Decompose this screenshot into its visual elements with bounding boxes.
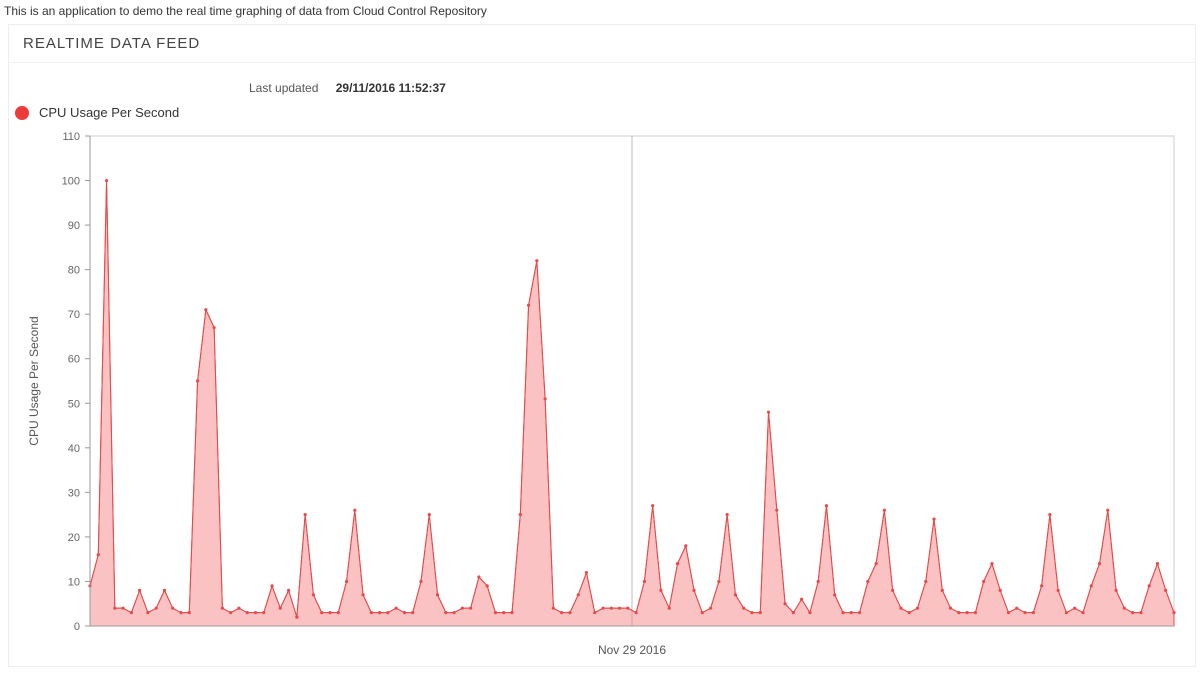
svg-text:60: 60 xyxy=(68,354,80,366)
last-updated-value: 29/11/2016 11:52:37 xyxy=(336,81,446,95)
legend-dot-icon xyxy=(15,106,29,120)
svg-text:50: 50 xyxy=(68,398,80,410)
legend-label: CPU Usage Per Second xyxy=(39,105,179,120)
svg-text:40: 40 xyxy=(68,443,80,455)
realtime-panel: REALTIME DATA FEED Last updated 29/11/20… xyxy=(8,24,1196,667)
last-updated-row: Last updated 29/11/2016 11:52:37 xyxy=(249,63,1195,97)
svg-text:10: 10 xyxy=(68,576,80,588)
svg-text:80: 80 xyxy=(68,265,80,277)
last-updated-label: Last updated xyxy=(249,81,318,95)
chart-container: 0 10 20 30 40 50 60 70 80 90 100 110 CPU Usage Per S… xyxy=(20,126,1184,666)
cpu-usage-chart: 0 10 20 30 40 50 60 70 80 90 100 110 CPU Usage Per S… xyxy=(20,126,1184,666)
svg-text:Nov 29 2016: Nov 29 2016 xyxy=(598,643,666,657)
app-description: This is an application to demo the real … xyxy=(0,0,1204,22)
chart-legend: CPU Usage Per Second xyxy=(9,97,1195,126)
svg-text:70: 70 xyxy=(68,309,80,321)
svg-text:100: 100 xyxy=(62,176,80,188)
svg-text:CPU Usage Per Second: CPU Usage Per Second xyxy=(27,316,41,445)
svg-text:20: 20 xyxy=(68,532,80,544)
svg-text:0: 0 xyxy=(74,621,80,633)
svg-text:110: 110 xyxy=(62,131,80,143)
panel-title: REALTIME DATA FEED xyxy=(9,25,1195,63)
svg-text:90: 90 xyxy=(68,220,80,232)
svg-text:30: 30 xyxy=(68,487,80,499)
